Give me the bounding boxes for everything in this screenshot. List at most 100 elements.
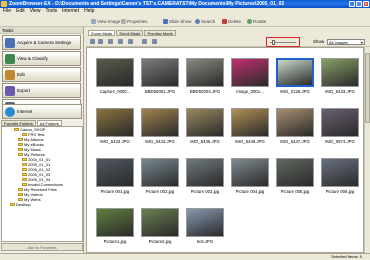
thumbnail-caption: IMG_5435.JPG [190, 139, 220, 144]
task-acquire-camera-settings[interactable]: Acquire & Camera Settings [2, 35, 81, 50]
thumbnail-image[interactable] [231, 108, 269, 137]
thumbnail-image[interactable] [276, 58, 314, 87]
thumbnail-item[interactable]: BBD50001.JPG [140, 54, 180, 98]
menu-help[interactable]: Help [84, 8, 94, 15]
thumbnail-caption: Picture 001.jpg [100, 189, 130, 194]
sort-icon[interactable] [142, 39, 147, 44]
rotate-button[interactable]: Rotate [247, 17, 266, 25]
thumbnail-item[interactable]: test.JPG [185, 204, 225, 248]
close-button[interactable]: × [363, 1, 369, 7]
zoom-slider[interactable] [266, 37, 300, 47]
thumbnail-item[interactable]: IMG_0128.JPG [275, 54, 315, 98]
window-controls: _ □ × [349, 1, 369, 7]
task-view-classify[interactable]: View & Classify [2, 51, 81, 66]
thumbnail-image[interactable] [186, 158, 224, 187]
thumbnail-caption: Picture 006.jpg [325, 189, 355, 194]
thumbnail-item[interactable]: Picture 005.jpg [275, 154, 315, 198]
tab-scroll-mode[interactable]: Scroll Mode [116, 30, 144, 36]
up-folder-icon[interactable] [108, 39, 113, 44]
thumbnail-item[interactable]: Picture2.jpg [140, 204, 180, 248]
thumbnail-image[interactable] [276, 158, 314, 187]
show-select[interactable]: All Images [327, 38, 365, 45]
thumbnail-image[interactable] [141, 158, 179, 187]
thumbnail-image[interactable] [321, 58, 359, 87]
edit-icon [5, 69, 15, 80]
browser-area: Zoom Mode Scroll Mode Preview Mode Show … [86, 27, 370, 253]
thumbnail-image[interactable] [96, 208, 134, 237]
select-all-icon[interactable] [118, 39, 123, 44]
thumbnail-caption: Picture1.jpg [103, 239, 127, 244]
zoom-handle[interactable] [272, 40, 276, 45]
thumbnail-image[interactable] [231, 58, 269, 87]
status-bar: Selected Items: 0 [0, 253, 370, 260]
scroll-thumb[interactable] [365, 53, 370, 123]
slide-show-button[interactable]: Slide Show [163, 17, 192, 25]
thumbnail-caption: IMG_5433.JPG [100, 139, 130, 144]
thumbnail-image[interactable] [276, 108, 314, 137]
task-edit[interactable]: Edit [2, 67, 81, 82]
vertical-scrollbar[interactable] [364, 47, 370, 253]
thumbnail-item[interactable]: IMG_5437.JPG [275, 104, 315, 148]
thumbnail-image[interactable] [231, 158, 269, 187]
view-image-button[interactable]: View Image [91, 17, 120, 25]
thumbnail-item[interactable]: Picture 004.jpg [230, 154, 270, 198]
thumbnail-caption: Picture 004.jpg [235, 189, 265, 194]
thumbnail-caption: IMG_0128.JPG [280, 89, 310, 94]
thumbnail-image[interactable] [141, 208, 179, 237]
thumbnail-item[interactable]: IMG_0874.JPG [320, 104, 360, 148]
tab-preview-mode[interactable]: Preview Mode [144, 30, 176, 36]
thumbnail-item[interactable]: Picture 002.jpg [140, 154, 180, 198]
window-title: ZoomBrowser EX - D:\Documents and Settin… [9, 1, 285, 7]
thumbnail-caption: test.JPG [196, 239, 214, 244]
thumbnail-image[interactable] [186, 208, 224, 237]
maximize-button[interactable]: □ [356, 1, 362, 7]
menu-view[interactable]: View [30, 8, 41, 15]
thumbnail-image[interactable] [96, 58, 134, 87]
deselect-icon[interactable] [128, 39, 133, 44]
thumbnail-image[interactable] [141, 108, 179, 137]
selected-count: Selected Items: 0 [331, 254, 362, 259]
thumbnail-caption: IMG_5433.JPG [325, 89, 355, 94]
thumbnail-caption: Picture 005.jpg [280, 189, 310, 194]
delete-button[interactable]: Delete [222, 17, 241, 25]
thumbnail-item[interactable]: Picture 006.jpg [320, 154, 360, 198]
menu-edit[interactable]: Edit [16, 8, 25, 15]
forward-icon[interactable] [98, 39, 103, 44]
tab-zoom-mode[interactable]: Zoom Mode [88, 30, 116, 36]
properties-button[interactable]: Properties [121, 17, 148, 25]
thumbnail-caption: BBD50001.JPG [144, 89, 176, 94]
thumbnail-image[interactable] [186, 108, 224, 137]
thumbnail-image[interactable] [321, 158, 359, 187]
minimize-button[interactable]: _ [349, 1, 355, 7]
thumbnail-image[interactable] [96, 158, 134, 187]
menu-bar: File Edit View Tools Internet Help [0, 8, 370, 15]
menu-tools[interactable]: Tools [45, 8, 57, 15]
thumbnail-item[interactable]: Picture1.jpg [95, 204, 135, 248]
thumbnail-item[interactable]: Picture 003.jpg [185, 154, 225, 198]
menu-internet[interactable]: Internet [62, 8, 79, 15]
thumbnail-item[interactable]: IMG_5433.JPG [320, 54, 360, 98]
back-icon[interactable] [90, 39, 95, 44]
thumbnail-image[interactable] [141, 58, 179, 87]
thumbnail-item[interactable]: IMG_5434.JPG [140, 104, 180, 148]
task-export[interactable]: Export [2, 83, 81, 98]
thumbnail-image[interactable] [321, 108, 359, 137]
view-image-icon [91, 18, 96, 24]
thumbnail-item[interactable]: IMG_5436.JPG [230, 104, 270, 148]
task-print[interactable]: Print [2, 99, 81, 114]
thumbnail-item[interactable]: Capture_0000... [95, 54, 135, 98]
thumbnail-image[interactable] [186, 58, 224, 87]
thumbnail-image[interactable] [96, 108, 134, 137]
thumbnail-caption: BBD50003.JPG [189, 89, 221, 94]
search-button[interactable]: Search [195, 17, 215, 25]
thumbnail-item[interactable]: IMG_5435.JPG [185, 104, 225, 148]
toolbar: View Image Properties Slide Show Search … [0, 15, 370, 27]
delete-icon [222, 18, 227, 24]
thumbnail-caption: Image_0001... [236, 89, 264, 94]
thumbnail-item[interactable]: Picture 001.jpg [95, 154, 135, 198]
thumbnail-item[interactable]: BBD50003.JPG [185, 54, 225, 98]
thumbnail-item[interactable]: IMG_5433.JPG [95, 104, 135, 148]
filter-icon[interactable] [152, 39, 157, 44]
thumbnail-item[interactable]: Image_0001... [230, 54, 270, 98]
menu-file[interactable]: File [3, 8, 11, 15]
